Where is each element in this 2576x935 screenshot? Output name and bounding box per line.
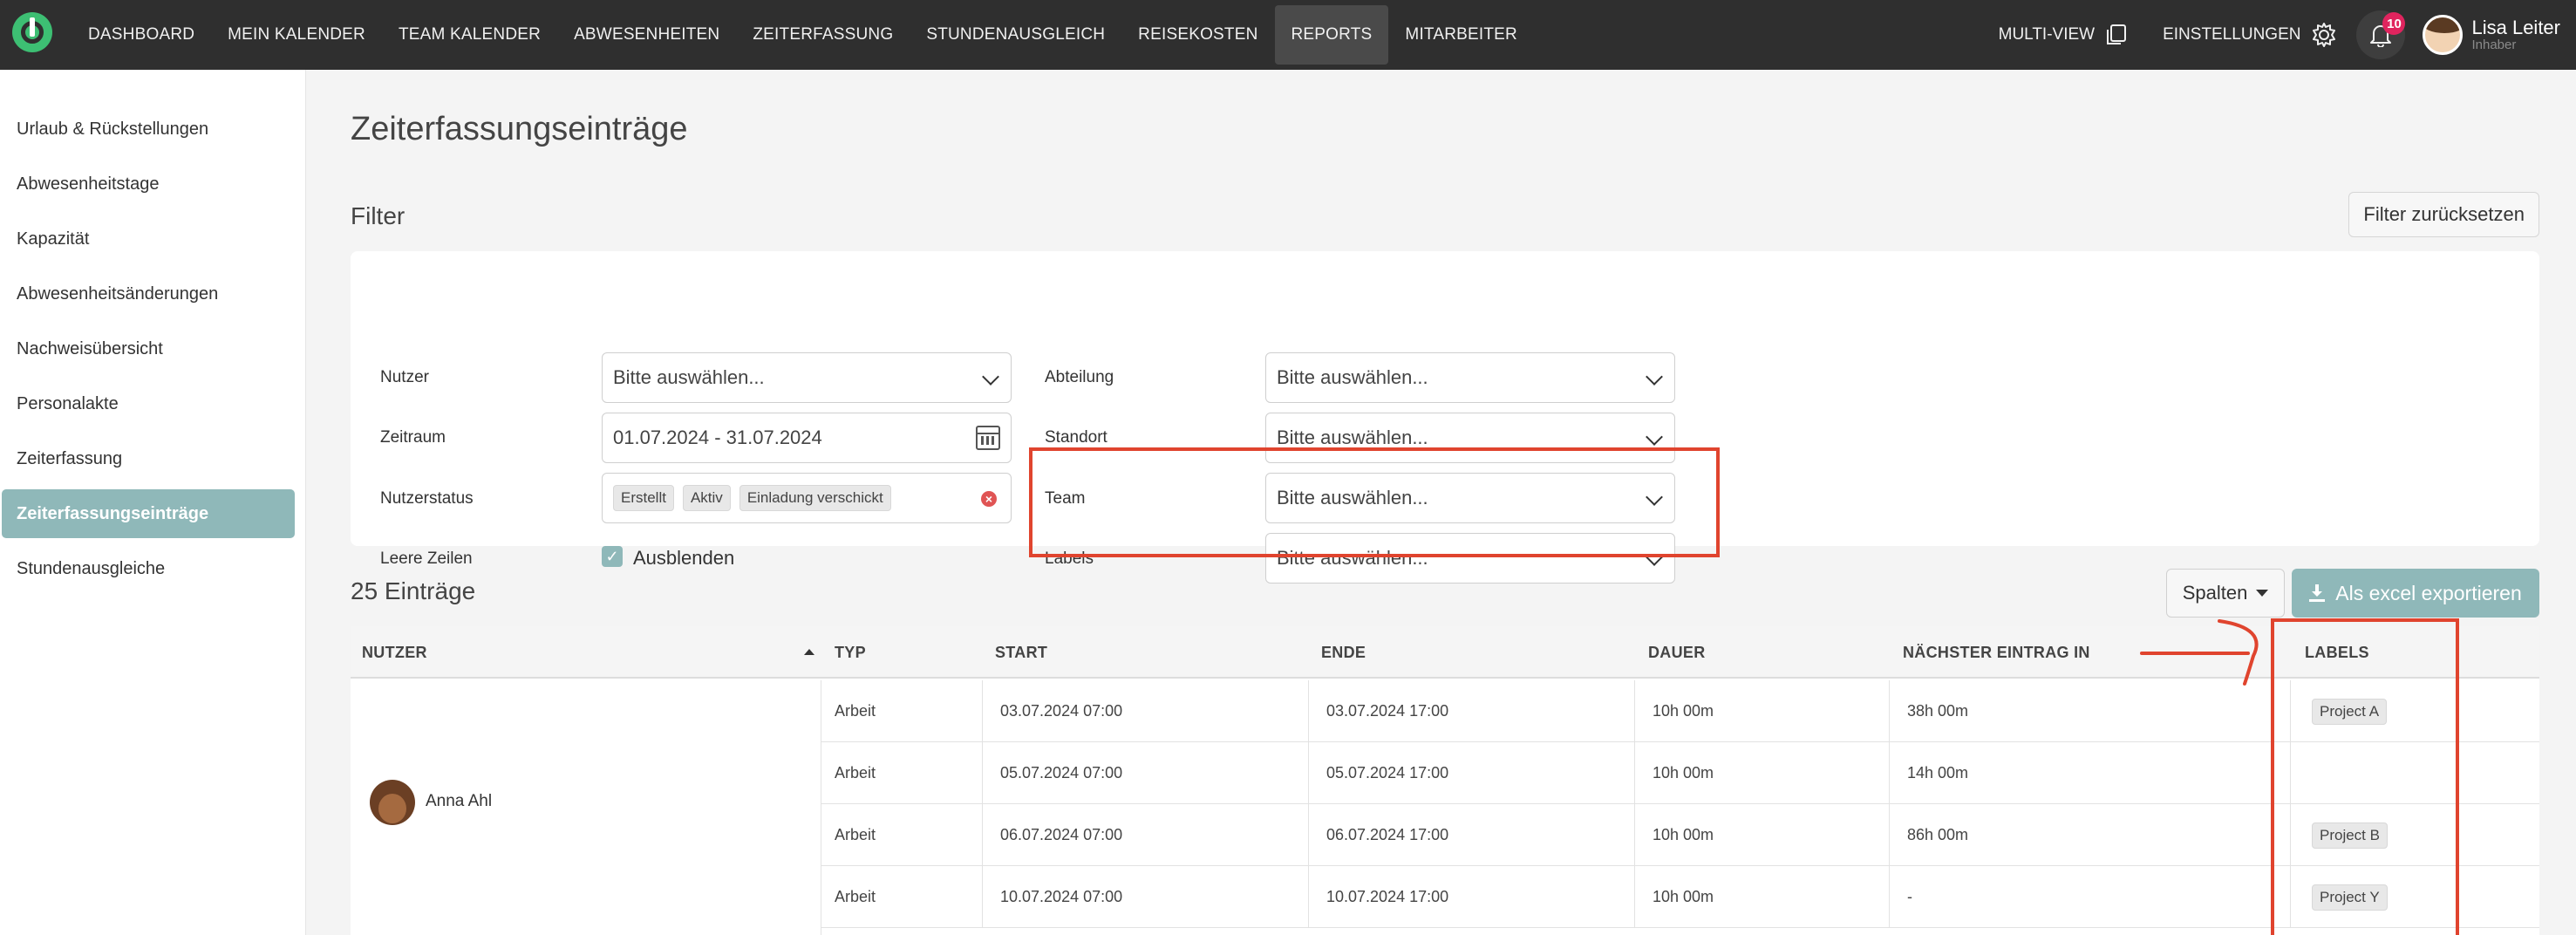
annotation-arrow [2140,619,2259,686]
